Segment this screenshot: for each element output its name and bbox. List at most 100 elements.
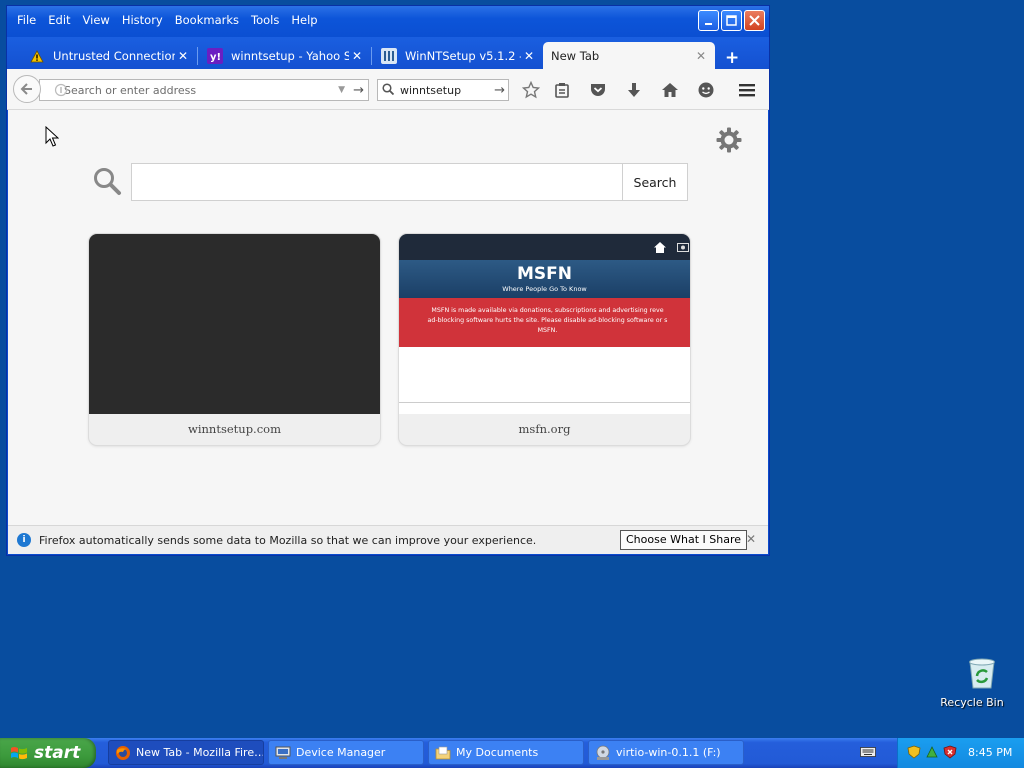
tab-close-icon[interactable]: ✕: [175, 49, 191, 63]
url-bar[interactable]: ▼ →: [39, 79, 369, 101]
menu-bookmarks[interactable]: Bookmarks: [169, 11, 245, 29]
reading-list-icon[interactable]: [552, 80, 572, 100]
search-input[interactable]: [398, 82, 492, 98]
close-icon: [749, 15, 760, 26]
bookmark-star-icon[interactable]: [521, 80, 541, 100]
pocket-icon[interactable]: [588, 80, 608, 100]
taskbar-item-my-documents[interactable]: My Documents: [428, 740, 584, 765]
menu-bar: File Edit View History Bookmarks Tools H…: [11, 11, 324, 29]
taskbar-item-virtio-drive[interactable]: virtio-win-0.1.1 (F:): [588, 740, 744, 765]
system-tray: 8:45 PM: [897, 738, 1024, 768]
task-label: New Tab - Mozilla Fire…: [136, 746, 264, 759]
task-label: virtio-win-0.1.1 (F:): [616, 746, 721, 759]
svg-text:y!: y!: [210, 52, 221, 63]
start-button[interactable]: start: [0, 738, 96, 768]
taskbar: start New Tab - Mozilla Fire… Device Man…: [0, 738, 1024, 768]
hamburger-menu-icon[interactable]: [737, 80, 757, 100]
clock: 8:45 PM: [968, 746, 1013, 759]
tab-new-tab[interactable]: New Tab ✕: [543, 42, 715, 70]
banner-line: MSFN is made available via donations, su…: [431, 307, 664, 314]
search-icon: [382, 82, 395, 98]
home-icon: [654, 242, 666, 253]
camera-icon: [677, 243, 689, 252]
tab-winntsetup[interactable]: WinNTSetup v5.1.2 - … ✕: [373, 42, 543, 70]
tile-thumbnail: [89, 234, 380, 414]
thumb-divider: [399, 402, 690, 403]
banner-line: ad-blocking software hurts the site. Ple…: [427, 317, 668, 324]
keyboard-icon[interactable]: [860, 746, 876, 758]
address-input[interactable]: [40, 82, 339, 98]
minimize-icon: [704, 22, 712, 25]
yahoo-icon: y!: [207, 48, 223, 64]
task-label: My Documents: [456, 746, 539, 759]
search-go-icon[interactable]: →: [494, 83, 505, 98]
firefox-window: File Edit View History Bookmarks Tools H…: [6, 5, 770, 556]
mouse-cursor-icon: [45, 126, 59, 147]
folder-icon: [435, 745, 451, 761]
top-site-tile-winntsetup[interactable]: winntsetup.com: [89, 234, 380, 445]
download-icon[interactable]: [624, 80, 644, 100]
recycle-bin[interactable]: Recycle Bin: [940, 656, 1006, 709]
menu-view[interactable]: View: [77, 11, 116, 29]
recycle-bin-icon: [969, 658, 995, 689]
top-site-tile-msfn[interactable]: MSFN Where People Go To Know MSFN is mad…: [399, 234, 690, 445]
back-button[interactable]: [13, 75, 41, 103]
new-tab-page: Search winntsetup.com MSFN Where People …: [8, 110, 768, 526]
menu-tools[interactable]: Tools: [245, 11, 285, 29]
tab-label: winntsetup - Yahoo S…: [231, 49, 349, 63]
tile-thumbnail: MSFN Where People Go To Know MSFN is mad…: [399, 234, 690, 414]
thumb-banner-text: MSFN is made available via donations, su…: [405, 306, 690, 336]
newtab-search-button[interactable]: Search: [622, 163, 688, 201]
cd-drive-icon: [595, 745, 611, 761]
choose-what-i-share-button[interactable]: Choose What I Share: [620, 530, 747, 550]
search-icon: [92, 166, 122, 199]
security-shield-icon[interactable]: [907, 745, 921, 759]
menu-help[interactable]: Help: [285, 11, 323, 29]
menu-file[interactable]: File: [11, 11, 42, 29]
home-icon[interactable]: [660, 80, 680, 100]
identity-icon: [54, 83, 68, 97]
tab-strip: Untrusted Connection ✕ y! winntsetup - Y…: [7, 37, 769, 71]
search-bar[interactable]: →: [377, 79, 509, 101]
hello-chat-icon[interactable]: [696, 80, 716, 100]
minimize-button[interactable]: [698, 10, 719, 31]
notification-message: Firefox automatically sends some data to…: [39, 533, 537, 547]
close-window-button[interactable]: [744, 10, 765, 31]
tab-close-icon[interactable]: ✕: [521, 49, 537, 63]
notification-bar: i Firefox automatically sends some data …: [8, 525, 768, 554]
taskbar-item-device-manager[interactable]: Device Manager: [268, 740, 424, 765]
tab-close-icon[interactable]: ✕: [349, 49, 365, 63]
tab-untrusted-connection[interactable]: Untrusted Connection ✕: [21, 42, 197, 70]
recycle-bin-label: Recycle Bin: [940, 696, 1004, 709]
device-manager-icon: [275, 745, 291, 761]
menu-history[interactable]: History: [116, 11, 169, 29]
tab-separator: [371, 47, 372, 65]
tab-close-icon[interactable]: ✕: [693, 49, 709, 63]
tile-label: msfn.org: [518, 422, 571, 436]
msfn-tagline: Where People Go To Know: [502, 285, 587, 293]
network-icon[interactable]: [925, 745, 939, 759]
task-label: Device Manager: [296, 746, 386, 759]
menu-edit[interactable]: Edit: [42, 11, 76, 29]
nav-toolbar: ▼ → →: [7, 69, 769, 110]
maximize-icon: [726, 15, 737, 26]
tab-label: New Tab: [551, 49, 600, 63]
newtab-search-input[interactable]: [131, 163, 623, 201]
msfn-icon: [381, 48, 397, 64]
taskbar-item-firefox[interactable]: New Tab - Mozilla Fire…: [108, 740, 264, 765]
thumb-body: [399, 347, 690, 414]
thumb-topbar: [399, 234, 690, 260]
tab-yahoo-search[interactable]: y! winntsetup - Yahoo S… ✕: [199, 42, 371, 70]
warning-shield-icon[interactable]: [943, 745, 957, 759]
dropdown-arrow-icon[interactable]: ▼: [338, 85, 345, 95]
new-tab-plus-icon[interactable]: +: [725, 48, 739, 68]
warning-icon: [29, 48, 45, 64]
close-icon[interactable]: ✕: [746, 532, 756, 546]
title-bar[interactable]: File Edit View History Bookmarks Tools H…: [7, 6, 769, 37]
gear-icon[interactable]: [715, 126, 743, 159]
go-arrow-icon[interactable]: →: [353, 83, 364, 98]
maximize-button[interactable]: [721, 10, 742, 31]
back-arrow-icon: [20, 83, 32, 95]
start-label: start: [34, 743, 81, 763]
windows-flag-icon: [11, 747, 27, 760]
